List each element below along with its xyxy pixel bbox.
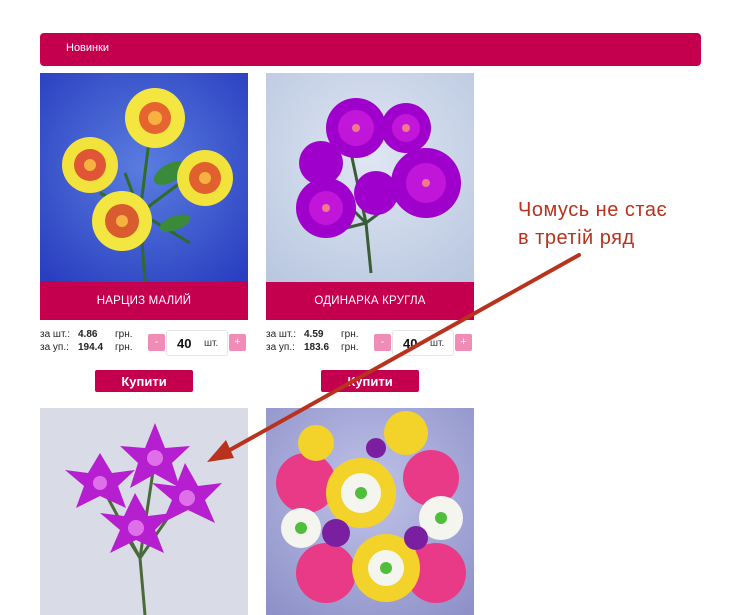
product-image-lily[interactable] [40,408,248,615]
quantity-value[interactable]: 40 [177,336,191,351]
buy-button[interactable]: Купити [95,370,193,392]
increase-button[interactable]: + [229,334,246,351]
section-title: Новинки [66,42,110,54]
pack-price-label: за уп.: [266,342,295,353]
product-card [266,408,474,615]
product-card: ОДИНАРКА КРУГЛА за шт.: 4.59 грн. за уп.… [266,73,474,393]
unit-price-value: 4.59 [304,329,324,340]
decrease-button[interactable]: - [148,334,165,351]
product-image-narcissus[interactable] [40,73,248,282]
quantity-field[interactable]: 40 шт. [166,330,228,356]
decrease-button[interactable]: - [374,334,391,351]
pack-price-value: 194.4 [78,342,104,353]
quantity-value[interactable]: 40 [403,336,417,351]
product-image-multicolor-lily[interactable] [266,408,474,615]
unit-price-label: за шт.: [266,329,296,340]
pack-price-label: за уп.: [40,342,69,353]
currency-label: грн. [341,342,359,353]
price-block: за шт.: 4.59 грн. за уп.: 183.6 грн. [266,328,376,354]
annotation-note: Чомусь не стає в третій ряд [518,196,667,252]
unit-price-value: 4.86 [78,329,98,340]
currency-label: грн. [115,342,133,353]
quantity-unit: шт. [204,338,219,349]
annotation-line-1: Чомусь не стає [518,199,668,221]
annotation-line-2: в третій ряд [518,227,635,249]
buy-button[interactable]: Купити [321,370,419,392]
quantity-field[interactable]: 40 шт. [392,330,454,356]
unit-price-label: за шт.: [40,329,70,340]
product-name-bar[interactable]: ОДИНАРКА КРУГЛА [266,282,474,320]
quantity-stepper: - 40 шт. + [148,330,248,356]
quantity-unit: шт. [430,338,445,349]
pack-price-value: 183.6 [304,342,330,353]
product-card: НАРЦИЗ МАЛИЙ за шт.: 4.86 грн. за уп.: 1… [40,73,248,393]
increase-button[interactable]: + [455,334,472,351]
quantity-stepper: - 40 шт. + [374,330,474,356]
section-header: Новинки [40,33,701,66]
product-card [40,408,248,615]
price-block: за шт.: 4.86 грн. за уп.: 194.4 грн. [40,328,150,354]
currency-label: грн. [341,329,359,340]
product-name[interactable]: НАРЦИЗ МАЛИЙ [97,295,192,307]
currency-label: грн. [115,329,133,340]
product-name[interactable]: ОДИНАРКА КРУГЛА [314,295,425,307]
product-name-bar[interactable]: НАРЦИЗ МАЛИЙ [40,282,248,320]
product-image-round-single[interactable] [266,73,474,282]
